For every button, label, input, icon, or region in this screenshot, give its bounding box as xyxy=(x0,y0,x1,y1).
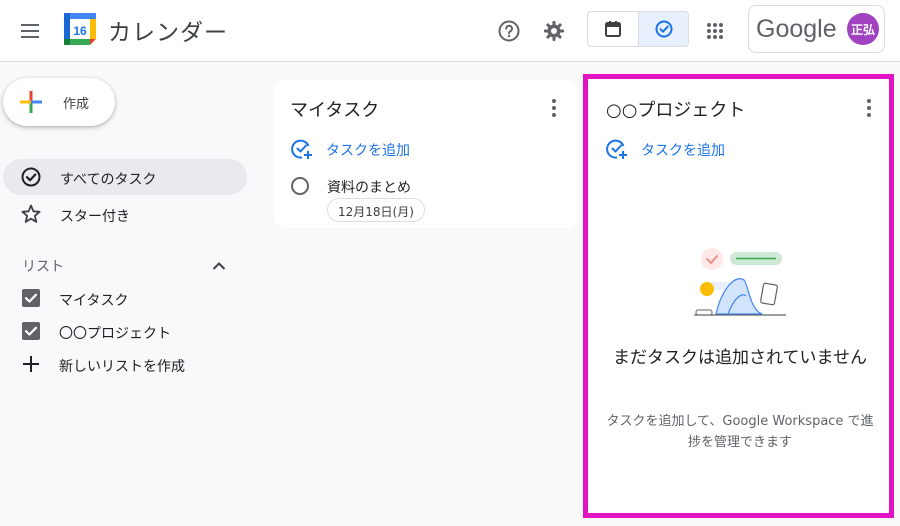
list-checkbox[interactable] xyxy=(22,289,40,307)
add-task-icon xyxy=(606,139,627,159)
create-task-button[interactable]: 作成 xyxy=(3,78,115,126)
calendar-view-toggle[interactable] xyxy=(588,12,638,46)
task-check-icon xyxy=(21,167,41,187)
top-app-bar: 16 カレンダー Google 正弘 xyxy=(0,0,900,62)
complete-task-checkbox[interactable] xyxy=(291,177,309,195)
plus-icon xyxy=(23,356,39,372)
avatar: 正弘 xyxy=(847,13,879,45)
help-button[interactable] xyxy=(494,16,524,46)
calendar-icon xyxy=(605,21,621,37)
new-list-label: 新しいリストを作成 xyxy=(59,359,185,375)
add-task-button[interactable]: タスクを追加 xyxy=(605,137,765,161)
checkmark-icon xyxy=(24,326,38,336)
empty-state-description: タスクを追加して、Google Workspace で進捗を管理できます xyxy=(606,414,874,450)
app-switch-toggle xyxy=(587,11,689,47)
hamburger-line xyxy=(21,36,39,38)
colorful-plus-icon xyxy=(20,91,42,113)
settings-button[interactable] xyxy=(539,16,569,46)
create-new-list-button[interactable]: 新しいリストを作成 xyxy=(18,350,238,378)
empty-state-title: まだタスクは追加されていません xyxy=(613,348,867,368)
add-task-icon xyxy=(291,139,312,159)
gear-icon xyxy=(544,21,564,41)
hamburger-line xyxy=(21,24,39,26)
list-item[interactable]: マイタスク xyxy=(18,284,238,312)
google-wordmark: Google xyxy=(756,15,837,43)
apps-grid-icon xyxy=(707,23,723,39)
nav-starred[interactable]: スター付き xyxy=(3,196,247,232)
calendar-logo-icon[interactable]: 16 xyxy=(63,12,97,46)
apps-launcher-button[interactable] xyxy=(700,16,730,46)
task-check-icon xyxy=(655,20,672,38)
lists-section-title: リスト xyxy=(22,259,64,275)
chevron-up-icon[interactable] xyxy=(209,256,229,276)
add-task-label: タスクを追加 xyxy=(641,143,725,159)
task-title[interactable]: 資料のまとめ xyxy=(327,177,411,197)
nav-all-tasks[interactable]: すべてのタスク xyxy=(3,159,247,195)
nav-label: スター付き xyxy=(60,209,130,225)
checkmark-icon xyxy=(24,293,38,303)
list-checkbox[interactable] xyxy=(22,322,40,340)
list-label: 〇〇プロジェクト xyxy=(59,326,171,342)
card-title: マイタスク xyxy=(290,100,380,121)
account-switcher[interactable]: Google 正弘 xyxy=(748,5,885,53)
add-task-label: タスクを追加 xyxy=(326,143,410,159)
more-options-button[interactable] xyxy=(859,96,879,120)
hamburger-line xyxy=(21,30,39,32)
app-title: カレンダー xyxy=(108,20,228,46)
create-label: 作成 xyxy=(63,97,90,112)
nav-label: すべてのタスク xyxy=(60,172,157,188)
add-task-button[interactable]: タスクを追加 xyxy=(290,137,450,161)
list-label: マイタスク xyxy=(59,293,129,309)
logo-day-number: 16 xyxy=(73,24,87,38)
main-menu-button[interactable] xyxy=(18,18,44,44)
more-options-button[interactable] xyxy=(544,96,564,120)
task-list-card: マイタスク タスクを追加 資料のまとめ 12月18日(月) xyxy=(274,80,578,228)
card-title: ○○プロジェクト xyxy=(606,100,746,121)
help-icon xyxy=(498,20,520,42)
due-date-chip[interactable]: 12月18日(月) xyxy=(327,198,425,222)
empty-state-illustration-icon xyxy=(694,248,786,316)
list-item[interactable]: 〇〇プロジェクト xyxy=(18,317,238,345)
tasks-view-toggle[interactable] xyxy=(638,12,688,46)
star-icon xyxy=(21,204,41,223)
